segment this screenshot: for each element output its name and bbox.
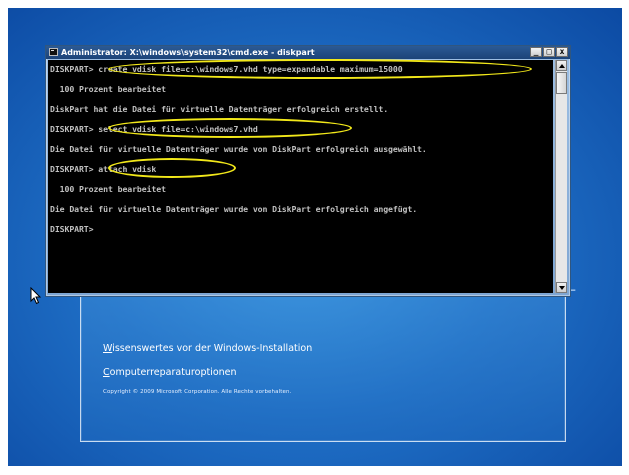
console-line: 100 Prozent bearbeitet: [50, 84, 166, 94]
setup-info-link-label: issenswertes vor der Windows-Installatio…: [112, 343, 313, 354]
cmd-window[interactable]: Administrator: X:\windows\system32\cmd.e…: [45, 45, 571, 297]
arrow-down-icon: [559, 286, 565, 290]
console-line: DISKPART> create vdisk file=c:\windows7.…: [50, 64, 403, 74]
console-output[interactable]: DISKPART> create vdisk file=c:\windows7.…: [48, 60, 553, 293]
desktop-background: Wissenswertes vor der Windows-Installati…: [8, 8, 622, 466]
repair-options-link-accesskey: C: [103, 367, 110, 378]
arrow-cursor-icon: [30, 287, 42, 305]
console-line: DiskPart hat die Datei für virtuelle Dat…: [50, 104, 389, 114]
copyright-text: Copyright © 2009 Microsoft Corporation. …: [103, 389, 292, 395]
close-button[interactable]: x: [556, 47, 568, 57]
setup-info-link-accesskey: W: [103, 343, 113, 354]
console-scrollbar[interactable]: [555, 60, 567, 293]
window-controls: _ □ x: [530, 47, 568, 57]
console-line: DISKPART>: [50, 224, 94, 234]
minimize-button[interactable]: _: [530, 47, 542, 57]
console-line: Die Datei für virtuelle Datenträger wurd…: [50, 144, 427, 154]
arrow-up-icon: [559, 64, 565, 68]
windows-setup-panel: Wissenswertes vor der Windows-Installati…: [80, 280, 566, 442]
scroll-down-button[interactable]: [556, 282, 567, 293]
console-line: DISKPART> attach vdisk: [50, 164, 157, 174]
console-line: Die Datei für virtuelle Datenträger wurd…: [50, 204, 418, 214]
scroll-thumb[interactable]: [556, 72, 567, 94]
repair-options-link-label: omputerreparaturoptionen: [109, 367, 237, 378]
scroll-up-button[interactable]: [556, 60, 567, 71]
setup-info-link[interactable]: Wissenswertes vor der Windows-Installati…: [103, 343, 312, 354]
repair-options-link[interactable]: Computerreparaturoptionen: [103, 367, 237, 378]
window-title: Administrator: X:\windows\system32\cmd.e…: [61, 48, 315, 57]
maximize-button[interactable]: □: [543, 47, 555, 57]
console-line: 100 Prozent bearbeitet: [50, 184, 166, 194]
cmd-titlebar[interactable]: Administrator: X:\windows\system32\cmd.e…: [46, 46, 570, 59]
console-line: DISKPART> select vdisk file=c:\windows7.…: [50, 124, 258, 134]
console-app-icon: [49, 48, 58, 56]
